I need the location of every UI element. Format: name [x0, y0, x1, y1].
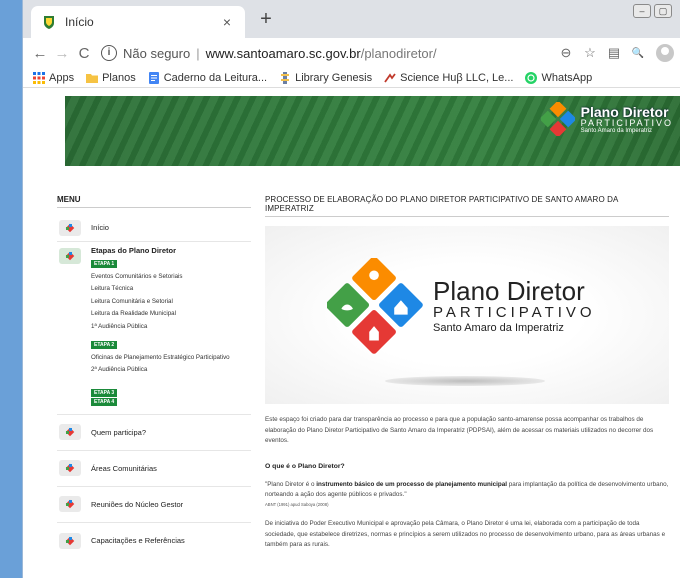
plano-diretor-logo-icon	[540, 102, 575, 136]
etapas-list: Etapas do Plano Diretor ETAPA 1 Eventos …	[91, 246, 230, 406]
new-tab-button[interactable]: +	[255, 8, 277, 30]
url-host: www.santoamaro.sc.gov.br	[205, 45, 361, 61]
municipal-crest-icon	[44, 16, 54, 29]
bookmark-sci-hub[interactable]: Science Huβ LLC, Le...	[384, 72, 513, 84]
submenu-link[interactable]: 1ª Audiência Pública	[91, 321, 230, 333]
tab-strip: Início × + ‒ ▢	[23, 0, 680, 38]
bookmark-caderno[interactable]: Caderno da Leitura...	[148, 71, 267, 84]
submenu-link[interactable]: Leitura da Realidade Municipal	[91, 308, 230, 320]
definition-quote: "Plano Diretor é o instrumento básico de…	[265, 480, 669, 499]
info-icon[interactable]: i	[101, 45, 117, 61]
docs-icon	[148, 71, 159, 84]
apps-grid-icon	[33, 71, 45, 84]
etapa-3-badge[interactable]: ETAPA 3	[91, 388, 118, 397]
sidebar-item-capacitacoes[interactable]: Capacitações e Referências	[57, 523, 251, 559]
banner-logo[interactable]: Plano Diretor PARTICIPATIVO Santo Amaro …	[540, 102, 673, 136]
sidebar-item-etapas[interactable]: Etapas do Plano Diretor ETAPA 1 Eventos …	[57, 242, 251, 415]
submenu-link[interactable]: 2ª Audiência Pública	[91, 364, 230, 376]
diamond-logo-icon	[59, 248, 81, 264]
menu-title: MENU	[57, 195, 251, 208]
library-icon	[281, 71, 290, 84]
address-bar[interactable]: i Não seguro | www.santoamaro.sc.gov.br …	[101, 41, 548, 65]
web-page: Plano Diretor PARTICIPATIVO Santo Amaro …	[23, 88, 680, 578]
plano-diretor-logo-icon	[327, 258, 423, 354]
sidebar-item-quem-participa[interactable]: Quem participa?	[57, 415, 251, 451]
close-icon[interactable]: ×	[219, 14, 235, 30]
sidebar-item-inicio[interactable]: Início	[57, 214, 251, 242]
browser-window: Início × + ‒ ▢ ← → C i Não seguro | www.…	[22, 0, 680, 578]
search-icon[interactable]: 🔍	[626, 48, 650, 59]
url-path: /planodiretor/	[360, 45, 437, 61]
bookmark-planos[interactable]: Planos	[86, 72, 136, 84]
hero-title: Plano Diretor PARTICIPATIVO Santo Amaro …	[433, 276, 596, 334]
minimize-button[interactable]: ‒	[633, 4, 651, 18]
security-label: Não seguro	[123, 45, 191, 61]
hero-logo: Plano Diretor PARTICIPATIVO Santo Amaro …	[327, 258, 596, 354]
submenu-link[interactable]: Eventos Comunitários e Setoriais	[91, 271, 230, 283]
diamond-logo-icon	[59, 496, 81, 513]
banner-title: Plano Diretor PARTICIPATIVO Santo Amaro …	[580, 103, 673, 134]
intro-paragraph: Este espaço foi criado para dar transpar…	[265, 416, 654, 445]
page-title: PROCESSO DE ELABORAÇÃO DO PLANO DIRETOR …	[265, 195, 669, 217]
tab-inicio[interactable]: Início ×	[31, 6, 245, 38]
star-icon[interactable]: ☆	[578, 45, 602, 61]
sidebar-item-areas-comunitarias[interactable]: Áreas Comunitárias	[57, 451, 251, 487]
sci-hub-icon	[384, 72, 396, 83]
avatar[interactable]	[656, 44, 674, 62]
maximize-button[interactable]: ▢	[654, 4, 672, 18]
submenu-link[interactable]: Leitura Técnica	[91, 283, 230, 295]
submenu-link[interactable]: Oficinas de Planejamento Estratégico Par…	[91, 352, 230, 364]
sidebar-menu: MENU Início Etapas do Plano Diretor ETAP…	[57, 195, 251, 559]
browser-toolbar: ← → C i Não seguro | www.santoamaro.sc.g…	[23, 38, 680, 68]
etapa-4-badge[interactable]: ETAPA 4	[91, 397, 118, 406]
zoom-icon[interactable]: ⊖	[554, 45, 578, 61]
url-separator: |	[196, 45, 200, 61]
bookmark-library-genesis[interactable]: Library Genesis	[279, 71, 372, 84]
site-banner: Plano Diretor PARTICIPATIVO Santo Amaro …	[65, 96, 680, 166]
diamond-logo-icon	[59, 219, 81, 236]
submenu-link[interactable]: Leitura Comunitária e Setorial	[91, 296, 230, 308]
document-icon[interactable]: ▤	[602, 45, 626, 61]
back-button[interactable]: ←	[29, 45, 51, 62]
window-controls: ‒ ▢	[633, 4, 672, 18]
main-content: PROCESSO DE ELABORAÇÃO DO PLANO DIRETOR …	[265, 195, 669, 551]
whatsapp-icon	[525, 71, 538, 84]
quote-citation: ABNT (1991) apud Saboya (2008)	[265, 501, 329, 507]
bookmark-apps[interactable]: Apps	[33, 71, 74, 84]
etapas-title: Etapas do Plano Diretor	[91, 246, 177, 255]
reload-button[interactable]: C	[73, 45, 95, 62]
bookmark-whatsapp[interactable]: WhatsApp	[525, 71, 592, 84]
diamond-logo-icon	[59, 424, 81, 441]
diamond-logo-icon	[59, 532, 81, 549]
hero-image: Plano Diretor PARTICIPATIVO Santo Amaro …	[265, 226, 669, 404]
diamond-logo-icon	[59, 460, 81, 477]
tab-title: Início	[65, 15, 94, 29]
folder-icon	[86, 73, 99, 83]
etapa-2-badge[interactable]: ETAPA 2	[91, 341, 118, 350]
etapa-1-badge[interactable]: ETAPA 1	[91, 260, 118, 268]
forward-button[interactable]: →	[51, 45, 73, 62]
bookmarks-bar: Apps Planos Caderno da Leitura... Librar…	[23, 68, 680, 88]
body-paragraph: De iniciativa do Poder Executivo Municip…	[265, 519, 666, 549]
sidebar-item-reunioes[interactable]: Reuniões do Núcleo Gestor	[57, 487, 251, 523]
section-heading: O que é o Plano Diretor?	[265, 462, 345, 470]
